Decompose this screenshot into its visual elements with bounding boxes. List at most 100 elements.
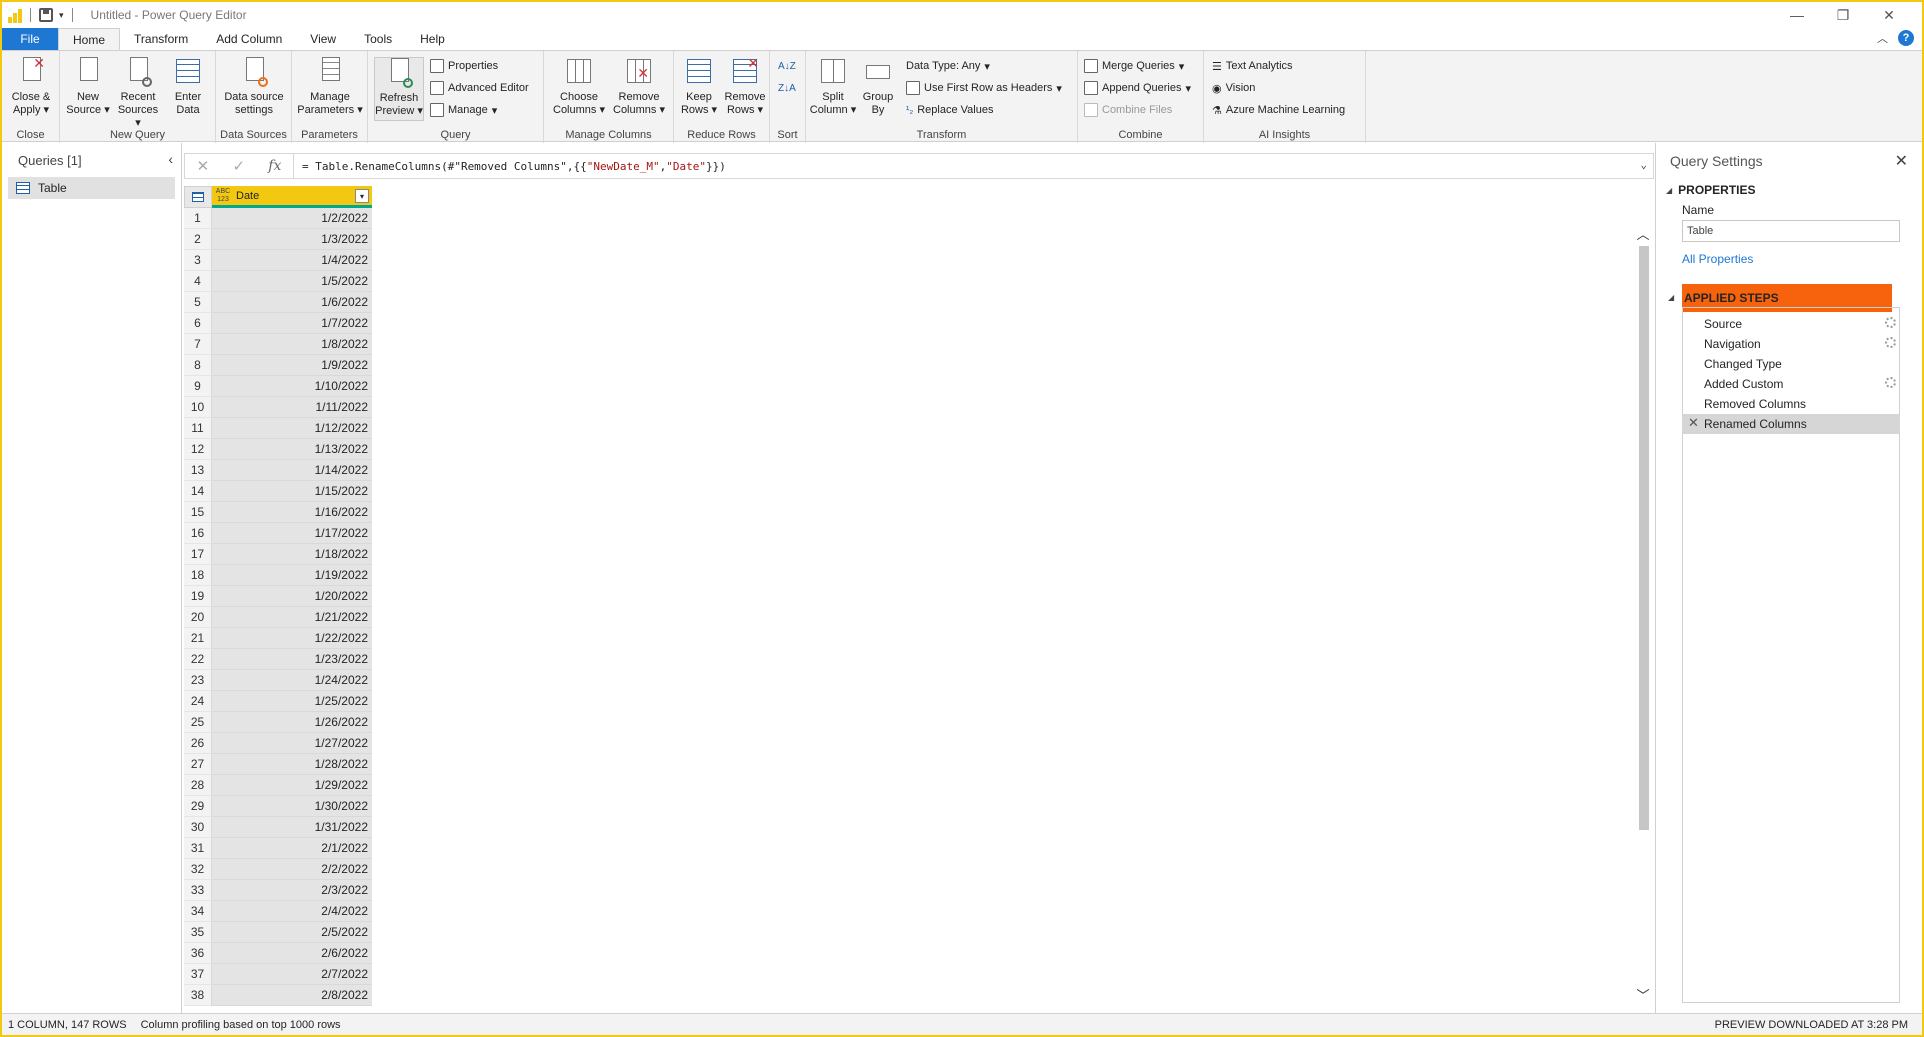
date-cell[interactable]: 1/5/2022 xyxy=(212,271,372,292)
table-row[interactable]: 1 1/2/2022 xyxy=(184,208,374,229)
replace-values-button[interactable]: ¹₂ Replace Values xyxy=(906,101,993,119)
row-number[interactable]: 37 xyxy=(184,964,212,985)
properties-button[interactable]: Properties xyxy=(430,57,498,75)
table-row[interactable]: 33 2/3/2022 xyxy=(184,880,374,901)
table-row[interactable]: 19 1/20/2022 xyxy=(184,586,374,607)
column-header-date[interactable]: ABC 123 Date ▾ xyxy=(212,186,372,208)
row-number[interactable]: 8 xyxy=(184,355,212,376)
row-number[interactable]: 23 xyxy=(184,670,212,691)
applied-step[interactable]: Source xyxy=(1682,314,1900,334)
collapse-pane-icon[interactable]: ‹ xyxy=(168,151,173,167)
tab-help[interactable]: Help xyxy=(406,28,459,50)
expand-formula-icon[interactable]: ⌄ xyxy=(1640,158,1647,171)
tab-tools[interactable]: Tools xyxy=(350,28,406,50)
table-row[interactable]: 24 1/25/2022 xyxy=(184,691,374,712)
date-cell[interactable]: 1/29/2022 xyxy=(212,775,372,796)
date-cell[interactable]: 1/9/2022 xyxy=(212,355,372,376)
vertical-scrollbar[interactable]: ︿ ﹀ xyxy=(1636,224,1650,1004)
row-number[interactable]: 14 xyxy=(184,481,212,502)
date-cell[interactable]: 1/20/2022 xyxy=(212,586,372,607)
row-number[interactable]: 4 xyxy=(184,271,212,292)
table-row[interactable]: 3 1/4/2022 xyxy=(184,250,374,271)
row-number[interactable]: 33 xyxy=(184,880,212,901)
row-number[interactable]: 12 xyxy=(184,439,212,460)
remove-columns-button[interactable]: ✕ Remove Columns ▾ xyxy=(610,57,668,117)
row-number[interactable]: 16 xyxy=(184,523,212,544)
date-cell[interactable]: 1/2/2022 xyxy=(212,208,372,229)
sort-ascending-icon[interactable]: A↓Z xyxy=(778,57,796,75)
data-source-settings-button[interactable]: Data source settings xyxy=(220,57,288,117)
sort-descending-icon[interactable]: Z↓A xyxy=(778,79,796,97)
table-row[interactable]: 32 2/2/2022 xyxy=(184,859,374,880)
date-cell[interactable]: 1/8/2022 xyxy=(212,334,372,355)
row-number[interactable]: 27 xyxy=(184,754,212,775)
applied-step[interactable]: Changed Type xyxy=(1682,354,1900,374)
table-row[interactable]: 35 2/5/2022 xyxy=(184,922,374,943)
table-row[interactable]: 10 1/11/2022 xyxy=(184,397,374,418)
row-number[interactable]: 31 xyxy=(184,838,212,859)
tab-file[interactable]: File xyxy=(2,28,58,50)
choose-columns-button[interactable]: Choose Columns ▾ xyxy=(552,57,606,117)
date-cell[interactable]: 2/7/2022 xyxy=(212,964,372,985)
formula-input[interactable]: = Table.RenameColumns(#"Removed Columns"… xyxy=(294,153,1654,179)
remove-rows-button[interactable]: ✕ Remove Rows ▾ xyxy=(722,56,768,117)
row-number[interactable]: 26 xyxy=(184,733,212,754)
table-row[interactable]: 27 1/28/2022 xyxy=(184,754,374,775)
filter-dropdown-icon[interactable]: ▾ xyxy=(355,189,369,203)
table-row[interactable]: 15 1/16/2022 xyxy=(184,502,374,523)
date-cell[interactable]: 1/21/2022 xyxy=(212,607,372,628)
date-cell[interactable]: 1/19/2022 xyxy=(212,565,372,586)
new-source-button[interactable]: New Source ▾ xyxy=(64,57,112,117)
table-row[interactable]: 28 1/29/2022 xyxy=(184,775,374,796)
date-cell[interactable]: 1/24/2022 xyxy=(212,670,372,691)
row-number[interactable]: 11 xyxy=(184,418,212,439)
applied-step[interactable]: Removed Columns xyxy=(1682,394,1900,414)
combine-files-button[interactable]: Combine Files xyxy=(1084,101,1172,119)
scroll-up-icon[interactable]: ︿ xyxy=(1636,224,1650,243)
tab-home[interactable]: Home xyxy=(58,28,121,50)
group-by-button[interactable]: Group By xyxy=(858,57,898,117)
table-row[interactable]: 31 2/1/2022 xyxy=(184,838,374,859)
row-number[interactable]: 22 xyxy=(184,649,212,670)
table-row[interactable]: 2 1/3/2022 xyxy=(184,229,374,250)
date-cell[interactable]: 2/1/2022 xyxy=(212,838,372,859)
help-icon[interactable]: ? xyxy=(1898,30,1914,46)
use-first-row-headers-button[interactable]: Use First Row as Headers ▾ xyxy=(906,79,1062,97)
query-name-input[interactable]: Table xyxy=(1682,220,1900,242)
cancel-icon[interactable]: ✕ xyxy=(197,157,210,175)
row-number[interactable]: 25 xyxy=(184,712,212,733)
date-cell[interactable]: 2/4/2022 xyxy=(212,901,372,922)
date-cell[interactable]: 1/28/2022 xyxy=(212,754,372,775)
scrollbar-thumb[interactable] xyxy=(1639,246,1649,830)
date-cell[interactable]: 1/15/2022 xyxy=(212,481,372,502)
date-cell[interactable]: 1/31/2022 xyxy=(212,817,372,838)
merge-queries-button[interactable]: Merge Queries ▾ xyxy=(1084,57,1184,75)
table-row[interactable]: 23 1/24/2022 xyxy=(184,670,374,691)
row-number[interactable]: 29 xyxy=(184,796,212,817)
advanced-editor-button[interactable]: Advanced Editor xyxy=(430,79,529,97)
collapse-ribbon-icon[interactable]: ︿ xyxy=(1877,30,1888,46)
date-cell[interactable]: 1/3/2022 xyxy=(212,229,372,250)
text-analytics-button[interactable]: ☰ Text Analytics xyxy=(1212,57,1293,75)
row-number[interactable]: 13 xyxy=(184,460,212,481)
row-number[interactable]: 32 xyxy=(184,859,212,880)
row-number[interactable]: 18 xyxy=(184,565,212,586)
date-cell[interactable]: 1/6/2022 xyxy=(212,292,372,313)
table-row[interactable]: 12 1/13/2022 xyxy=(184,439,374,460)
row-number[interactable]: 10 xyxy=(184,397,212,418)
refresh-preview-button[interactable]: Refresh Preview ▾ xyxy=(374,57,424,121)
close-icon[interactable]: ✕ xyxy=(1866,2,1912,28)
date-cell[interactable]: 1/7/2022 xyxy=(212,313,372,334)
table-row[interactable]: 20 1/21/2022 xyxy=(184,607,374,628)
date-cell[interactable]: 1/18/2022 xyxy=(212,544,372,565)
date-cell[interactable]: 1/13/2022 xyxy=(212,439,372,460)
table-row[interactable]: 18 1/19/2022 xyxy=(184,565,374,586)
restore-icon[interactable]: ❐ xyxy=(1820,2,1866,28)
scroll-down-icon[interactable]: ﹀ xyxy=(1636,985,1650,1004)
table-row[interactable]: 13 1/14/2022 xyxy=(184,460,374,481)
date-cell[interactable]: 1/30/2022 xyxy=(212,796,372,817)
row-number[interactable]: 20 xyxy=(184,607,212,628)
quick-access-dropdown-icon[interactable]: ▾ xyxy=(59,10,64,21)
table-row[interactable]: 8 1/9/2022 xyxy=(184,355,374,376)
row-number[interactable]: 3 xyxy=(184,250,212,271)
